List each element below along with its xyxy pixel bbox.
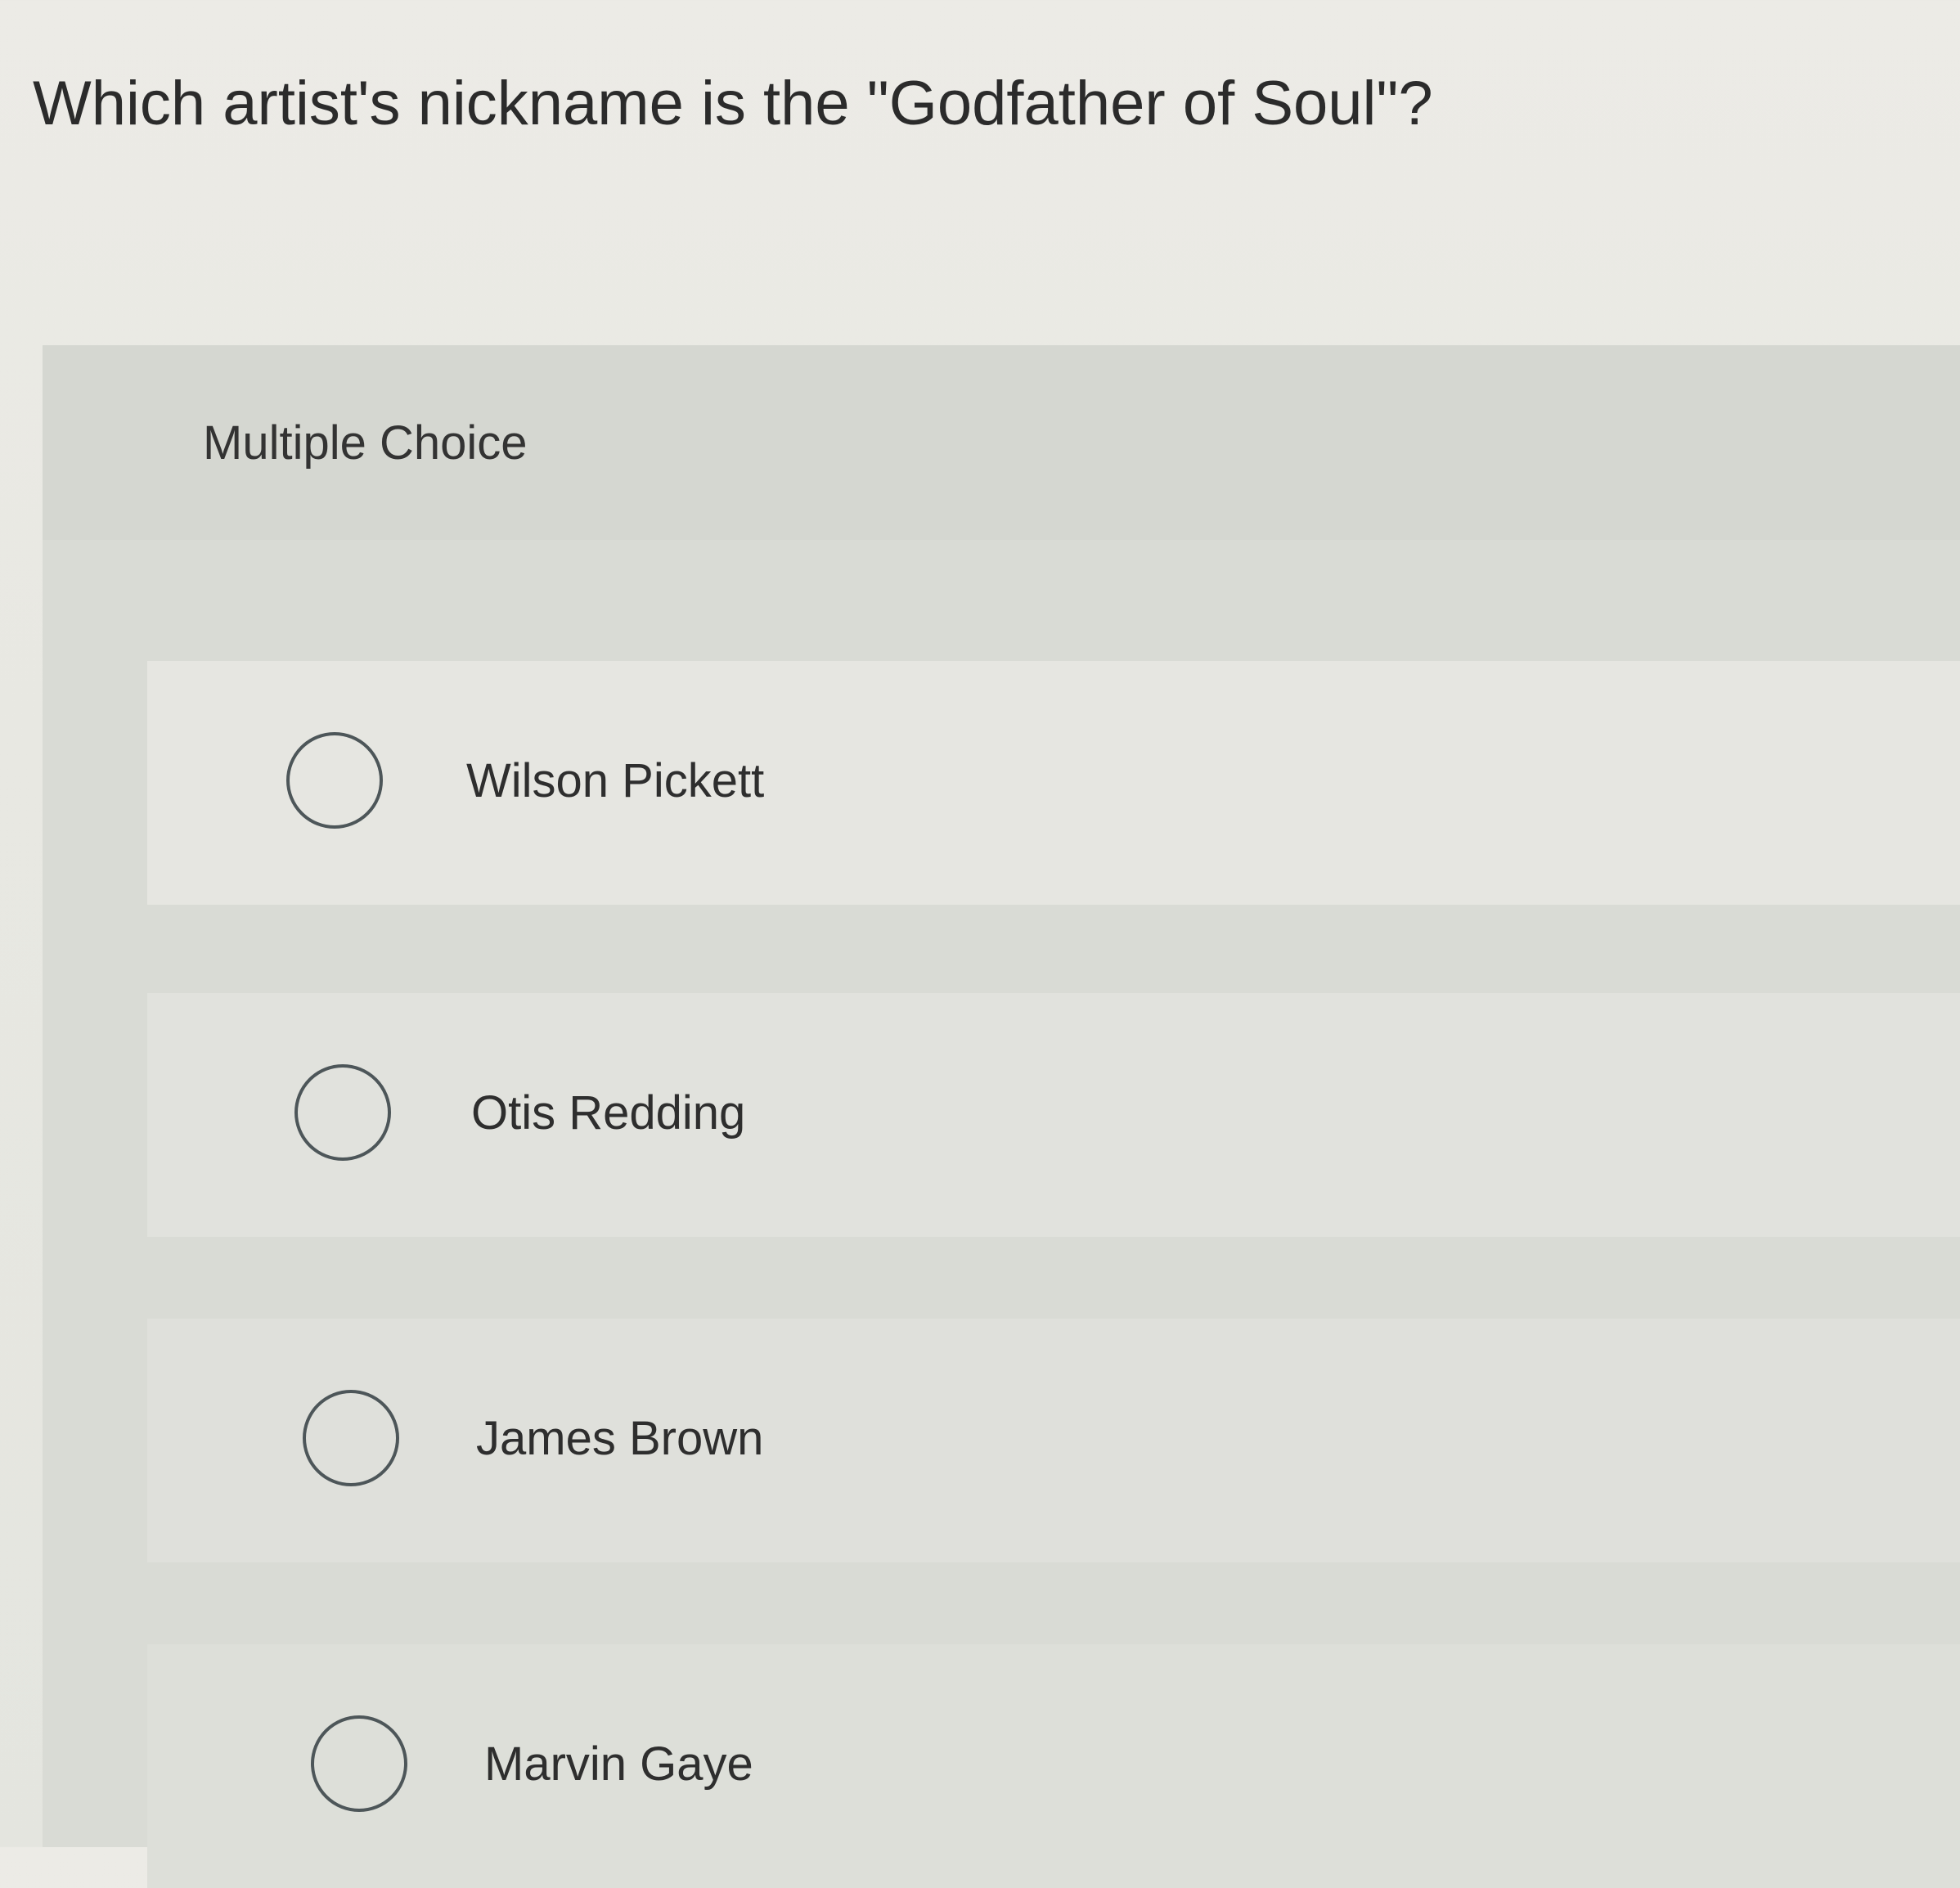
question-text: Which artist's nickname is the "Godfathe… bbox=[33, 69, 1433, 138]
answer-options: Wilson Pickett Otis Redding James Brown … bbox=[43, 345, 1960, 1888]
answer-option-label[interactable]: Otis Redding bbox=[471, 1081, 745, 1146]
answer-option-label[interactable]: Marvin Gaye bbox=[484, 1732, 753, 1797]
answer-option-marvin-gaye[interactable]: Marvin Gaye bbox=[147, 1644, 1960, 1888]
answer-option-wilson-pickett[interactable]: Wilson Pickett bbox=[147, 661, 1960, 905]
answer-panel: Multiple Choice Wilson Pickett Otis Redd… bbox=[43, 345, 1960, 1888]
answer-option-label[interactable]: Wilson Pickett bbox=[466, 748, 764, 814]
radio-unchecked-icon[interactable] bbox=[303, 1390, 399, 1486]
radio-unchecked-icon[interactable] bbox=[311, 1715, 407, 1812]
answer-option-james-brown[interactable]: James Brown bbox=[147, 1319, 1960, 1562]
radio-unchecked-icon[interactable] bbox=[286, 732, 383, 829]
radio-unchecked-icon[interactable] bbox=[294, 1064, 391, 1161]
answer-option-otis-redding[interactable]: Otis Redding bbox=[147, 993, 1960, 1237]
answer-option-label[interactable]: James Brown bbox=[476, 1406, 763, 1472]
